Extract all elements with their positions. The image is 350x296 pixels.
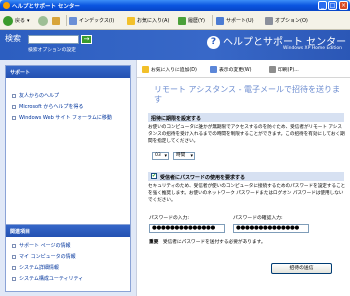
minimize-button[interactable]: _ xyxy=(318,1,327,10)
link-bullet-icon xyxy=(12,104,16,109)
password-confirm-input[interactable]: ●●●●●●●●●●●●●● xyxy=(233,224,309,233)
add-favorites-label: お気に入りに追加(D) xyxy=(151,68,197,73)
password-section-title: 受信者にパスワードの使用を要求する xyxy=(160,175,246,181)
page-title: リモート アシスタンス - 電子メールで招待を送ります xyxy=(154,85,341,104)
star-icon xyxy=(127,16,135,25)
title-bar: ヘルプとサポート センター _ □ × xyxy=(0,0,350,11)
password-description: セキュリティのため、受信者が使いのコンピュータに接続するためのパスワードを設定す… xyxy=(148,184,346,203)
sidebar-link-msconfig[interactable]: システム構成ユーティリティ xyxy=(12,275,83,282)
support-label: サポート(U) xyxy=(226,18,254,24)
close-button[interactable]: × xyxy=(339,1,348,10)
home-icon xyxy=(52,16,60,25)
print-button[interactable]: 印刷(P)... xyxy=(269,66,299,73)
favorites-button[interactable]: お気に入り(A) xyxy=(127,15,169,26)
index-button[interactable]: インデックス(I) xyxy=(69,15,114,26)
sidebar-link-label: Windows Web サイト フォーラムに移動 xyxy=(19,115,112,121)
sidebar-link-my-computer-info[interactable]: マイ コンピュータの情報 xyxy=(12,253,76,260)
sidebar: サポート 友人からのヘルプ Microsoft からヘルプを得る Windows… xyxy=(0,60,136,296)
favorites-label: お気に入り(A) xyxy=(137,18,170,24)
sidebar-link-label: システム詳細情報 xyxy=(19,265,59,271)
view-icon xyxy=(210,66,217,73)
help-center-logo-icon: ? xyxy=(207,36,220,49)
support-panel-heading: サポート xyxy=(6,66,130,78)
send-invitation-button[interactable]: 招待の送信 xyxy=(271,263,332,274)
sidebar-link-microsoft-help[interactable]: Microsoft からヘルプを得る xyxy=(12,103,83,110)
link-bullet-icon xyxy=(12,254,16,259)
content-toolbar: お気に入りに追加(D) 表示の変更(W) 印刷(P)... xyxy=(137,60,350,78)
important-label: 重要 xyxy=(149,240,159,245)
main-content: お気に入りに追加(D) 表示の変更(W) 印刷(P)... リモート アシスタン… xyxy=(136,60,350,296)
options-button[interactable]: オプション(O) xyxy=(265,15,308,26)
sidebar-link-label: システム構成ユーティリティ xyxy=(19,276,84,282)
index-label: インデックス(I) xyxy=(79,18,115,24)
expiry-unit-select[interactable]: 時間 xyxy=(173,152,195,160)
forward-button[interactable] xyxy=(38,15,50,26)
history-label: 履歴(Y) xyxy=(188,18,205,24)
star-icon xyxy=(142,66,149,73)
maximize-button[interactable]: □ xyxy=(328,1,337,10)
support-button[interactable]: サポート(U) xyxy=(216,15,254,26)
link-bullet-icon xyxy=(12,265,16,270)
important-text: 受信者にパスワードを送付する必要があります。 xyxy=(162,240,266,245)
back-button[interactable]: 戻る ▾ xyxy=(3,15,30,26)
search-label: 検索 xyxy=(5,34,21,43)
edition-label: Windows XP Home Edition xyxy=(283,46,343,51)
toolbar: 戻る ▾ インデックス(I) お気に入り(A) 履歴(Y) サポート(U) オプ… xyxy=(0,11,350,30)
related-panel-heading: 関連項目 xyxy=(6,225,130,237)
index-book-icon xyxy=(69,16,77,25)
expiry-description: お使いのコンピュータに誰かが無期限でアクセスするのを防ぐため、受信者がリモート … xyxy=(148,125,345,144)
sidebar-link-label: Microsoft からヘルプを得る xyxy=(19,104,84,110)
window-title: ヘルプとサポート センター xyxy=(12,4,80,10)
forward-arrow-icon xyxy=(38,15,48,26)
options-icon xyxy=(265,16,273,25)
expiry-section-heading: 招待に期限を設定する xyxy=(148,113,344,122)
sidebar-link-label: サポート ページの情報 xyxy=(19,243,71,249)
sidebar-link-label: 友人からのヘルプ xyxy=(19,93,60,99)
add-favorites-button[interactable]: お気に入りに追加(D) xyxy=(142,66,197,73)
change-view-button[interactable]: 表示の変更(W) xyxy=(210,66,251,73)
link-bullet-icon xyxy=(12,115,16,120)
print-label: 印刷(P)... xyxy=(278,68,299,73)
toolbar-divider xyxy=(66,15,67,26)
link-bullet-icon xyxy=(12,93,16,98)
search-go-button[interactable]: → xyxy=(81,35,92,44)
back-arrow-icon xyxy=(3,15,13,26)
password-confirm-label: パスワードの確認入力: xyxy=(233,216,283,221)
change-view-label: 表示の変更(W) xyxy=(219,68,252,73)
support-icon xyxy=(216,16,224,25)
password-section-heading: ✔ 受信者にパスワードの使用を要求する xyxy=(148,172,344,181)
history-icon xyxy=(178,16,186,25)
sidebar-link-forums[interactable]: Windows Web サイト フォーラムに移動 xyxy=(12,114,112,121)
sidebar-link-label: マイ コンピュータの情報 xyxy=(19,254,76,260)
important-note: 重要 受信者にパスワードを送付する必要があります。 xyxy=(149,239,266,245)
history-button[interactable]: 履歴(Y) xyxy=(178,15,205,26)
help-app-icon xyxy=(3,2,10,9)
sidebar-link-friend-help[interactable]: 友人からのヘルプ xyxy=(12,92,59,99)
chevron-down-icon: ▾ xyxy=(27,17,30,24)
link-bullet-icon xyxy=(12,276,16,281)
printer-icon xyxy=(269,66,276,73)
back-label: 戻る xyxy=(15,18,26,24)
require-password-checkbox[interactable]: ✔ xyxy=(151,173,157,179)
password-input[interactable]: ●●●●●●●●●●●●●● xyxy=(149,224,225,233)
expiry-controls: 03 時間 xyxy=(152,152,212,160)
related-panel: 関連項目 サポート ページの情報 マイ コンピュータの情報 システム詳細情報 シ… xyxy=(5,224,131,292)
expiry-amount-select[interactable]: 03 xyxy=(152,152,169,160)
search-options-link[interactable]: 検索オプションの設定 xyxy=(28,46,76,53)
sidebar-link-system-info[interactable]: システム詳細情報 xyxy=(12,264,59,271)
home-button[interactable] xyxy=(52,15,62,26)
options-label: オプション(O) xyxy=(275,18,308,24)
sidebar-link-support-page-info[interactable]: サポート ページの情報 xyxy=(12,242,71,249)
header-banner: 検索 → 検索オプションの設定 ? ヘルプとサポート センター Windows … xyxy=(0,30,350,60)
link-bullet-icon xyxy=(12,243,16,248)
password-input-label: パスワードの入力: xyxy=(149,216,189,221)
toolbar-divider xyxy=(212,15,213,26)
support-panel: サポート 友人からのヘルプ Microsoft からヘルプを得る Windows… xyxy=(5,65,131,230)
search-input[interactable] xyxy=(28,35,79,44)
